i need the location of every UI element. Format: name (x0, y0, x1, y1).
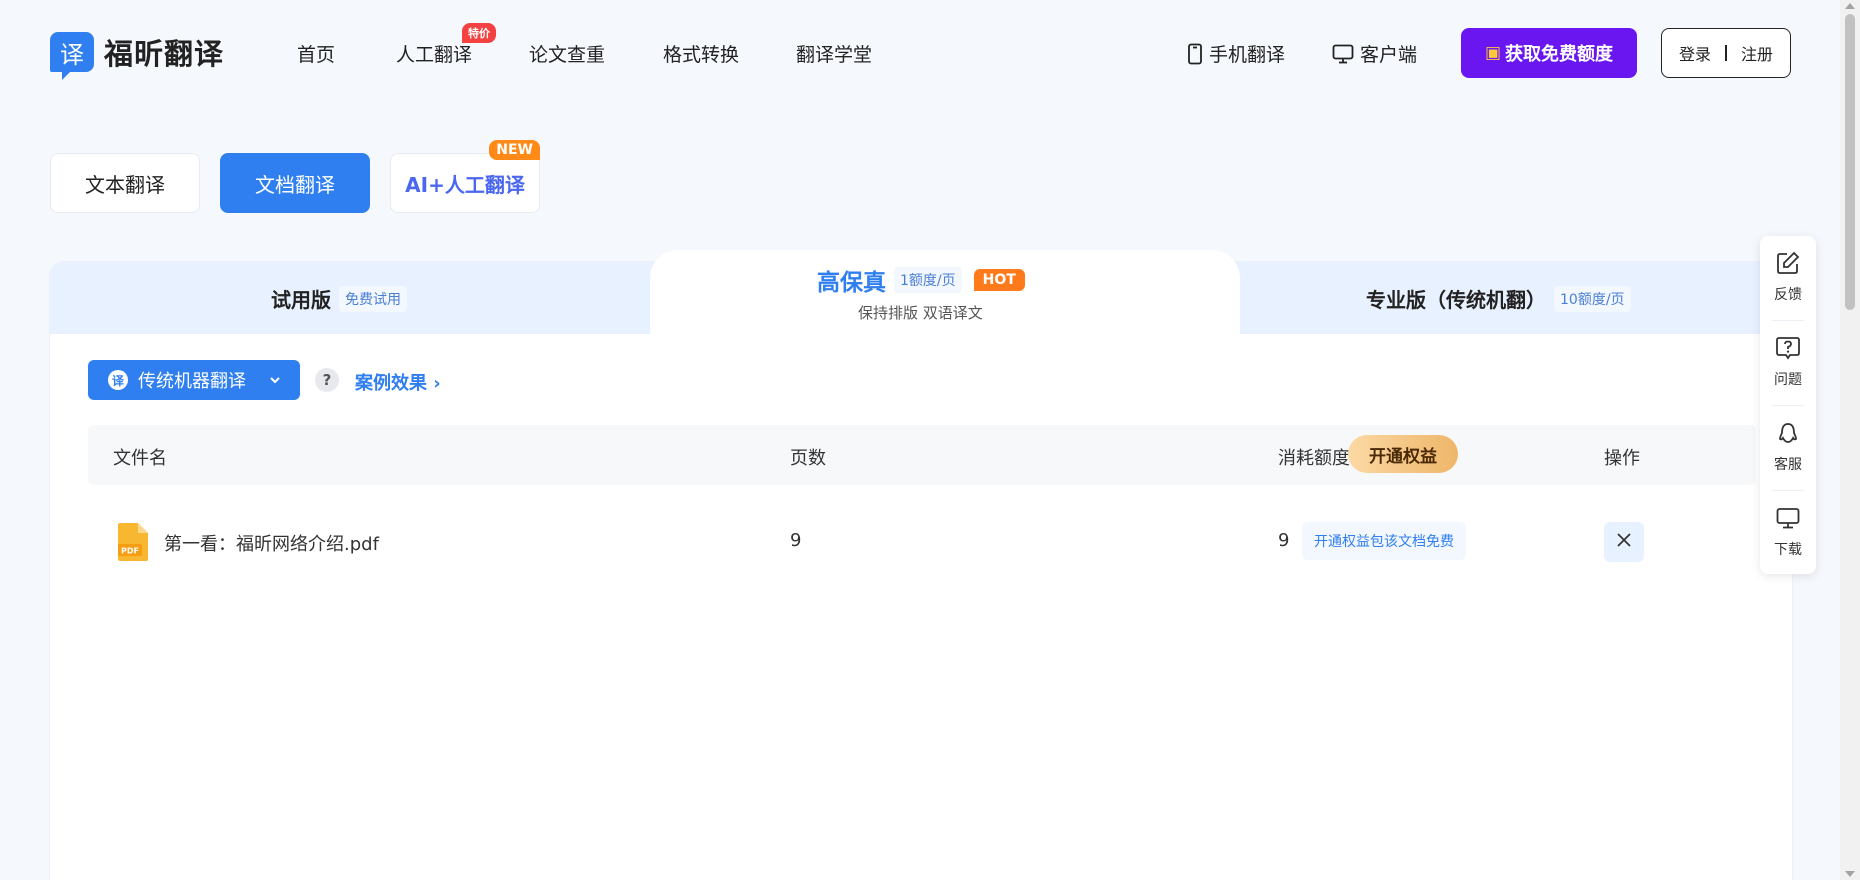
nav-human-translation[interactable]: 人工翻译 特价 (396, 23, 496, 67)
engine-select[interactable]: 译 传统机器翻译 (88, 360, 300, 400)
pdf-label: PDF (121, 547, 139, 556)
perk-free-note: 开通权益包该文档免费 (1302, 522, 1466, 560)
get-free-credit-label: 获取免费额度 (1505, 44, 1614, 65)
faq-label: 问题 (1774, 372, 1802, 388)
gift-icon: ▣ (1484, 43, 1502, 63)
logo[interactable]: 译 福昕翻译 (50, 31, 225, 80)
nav-home[interactable]: 首页 (297, 40, 335, 67)
mobile-translate-label: 手机翻译 (1209, 44, 1286, 66)
engine-icon: 译 (108, 370, 128, 390)
col-actions: 操作 (1604, 448, 1640, 469)
page-scrollbar[interactable] (1840, 0, 1860, 880)
translation-panel: 试用版 免费试用 高保真 1额度/页 HOT 保持排版 双语译文 专业版（传统机… (50, 250, 1792, 880)
tier-tab-trial[interactable]: 试用版 免费试用 (271, 284, 407, 313)
help-icon[interactable]: ? (315, 368, 339, 392)
feedback-button[interactable]: 反馈 (1760, 236, 1816, 320)
mobile-translate-link[interactable]: 手机翻译 (1187, 40, 1285, 67)
text-translation-button[interactable]: 文本翻译 (50, 153, 200, 213)
chevron-down-icon (268, 371, 282, 392)
feedback-label: 反馈 (1774, 287, 1802, 303)
col-cost: 消耗额度 (1278, 448, 1350, 469)
desktop-client-label: 客户端 (1360, 44, 1418, 66)
case-effect-link[interactable]: 案例效果 › (355, 369, 441, 395)
file-name: 第一看：福昕网络介绍.pdf (164, 534, 379, 555)
trial-title: 试用版 (271, 288, 331, 312)
monitor-icon (1775, 505, 1801, 535)
auth-box: 登录 注册 (1661, 28, 1791, 78)
trial-tag: 免费试用 (339, 285, 407, 312)
tier-tab-pro[interactable]: 专业版（传统机翻） 10额度/页 (1366, 284, 1631, 313)
phone-icon (1187, 43, 1203, 65)
hifi-title: 高保真 (817, 270, 886, 296)
ai-human-translation-button[interactable]: AI+人工翻译 NEW (390, 140, 540, 213)
monitor-icon (1332, 44, 1354, 64)
edit-icon (1775, 250, 1801, 280)
open-perks-button[interactable]: 开通权益 (1348, 435, 1458, 473)
pdf-file-icon: PDF (116, 522, 150, 566)
document-translation-button[interactable]: 文档翻译 (220, 153, 370, 213)
headset-icon (1775, 420, 1801, 450)
register-link[interactable]: 注册 (1741, 41, 1773, 65)
pro-title: 专业版（传统机翻） (1366, 288, 1546, 312)
hifi-subtitle: 保持排版 双语译文 (858, 304, 983, 322)
nav-format-convert[interactable]: 格式转换 (663, 40, 739, 67)
engine-label: 传统机器翻译 (138, 371, 246, 392)
tier-tab-hifi[interactable]: 高保真 1额度/页 HOT (817, 263, 1025, 297)
table-row: PDF 第一看：福昕网络介绍.pdf 9 9 开通权益包该文档免费 (88, 512, 1756, 572)
logo-text: 福昕翻译 (104, 37, 225, 71)
new-badge: NEW (489, 140, 540, 160)
auth-separator (1725, 45, 1727, 61)
nav-translation-academy[interactable]: 翻译学堂 (796, 40, 872, 67)
desktop-client-link[interactable]: 客户端 (1332, 40, 1417, 67)
pro-tag: 10额度/页 (1554, 285, 1631, 312)
close-icon (1616, 532, 1632, 552)
question-icon (1775, 335, 1801, 365)
remove-file-button[interactable] (1604, 522, 1644, 562)
nav-plagiarism-check[interactable]: 论文查重 (529, 40, 605, 67)
right-float-bar: 反馈 问题 客服 下载 (1760, 236, 1816, 574)
col-pages: 页数 (790, 448, 826, 469)
scroll-up-arrow[interactable] (1845, 3, 1855, 9)
nav-human-translation-label: 人工翻译 (396, 44, 473, 66)
scroll-thumb[interactable] (1845, 14, 1855, 310)
special-price-badge: 特价 (462, 23, 496, 43)
col-filename: 文件名 (113, 448, 167, 469)
file-pages: 9 (790, 530, 802, 551)
hifi-tag: 1额度/页 (894, 267, 962, 293)
customer-service-label: 客服 (1774, 457, 1802, 473)
faq-button[interactable]: 问题 (1760, 321, 1816, 405)
download-label: 下载 (1774, 542, 1802, 558)
login-link[interactable]: 登录 (1679, 41, 1711, 65)
top-header: 译 福昕翻译 首页 人工翻译 特价 论文查重 格式转换 翻译学堂 手机翻译 客户… (0, 0, 1840, 106)
get-free-credit-button[interactable]: ▣ 获取免费额度 (1461, 28, 1637, 78)
scroll-down-arrow[interactable] (1845, 871, 1855, 877)
file-cost: 9 (1278, 530, 1290, 551)
hot-badge: HOT (973, 269, 1025, 291)
ai-human-translation-label: AI+人工翻译 (405, 172, 525, 197)
logo-mark: 译 (50, 32, 94, 80)
file-table-header: 文件名 页数 消耗额度 开通权益 操作 (88, 425, 1756, 485)
customer-service-button[interactable]: 客服 (1760, 406, 1816, 490)
download-button[interactable]: 下载 (1760, 491, 1816, 575)
